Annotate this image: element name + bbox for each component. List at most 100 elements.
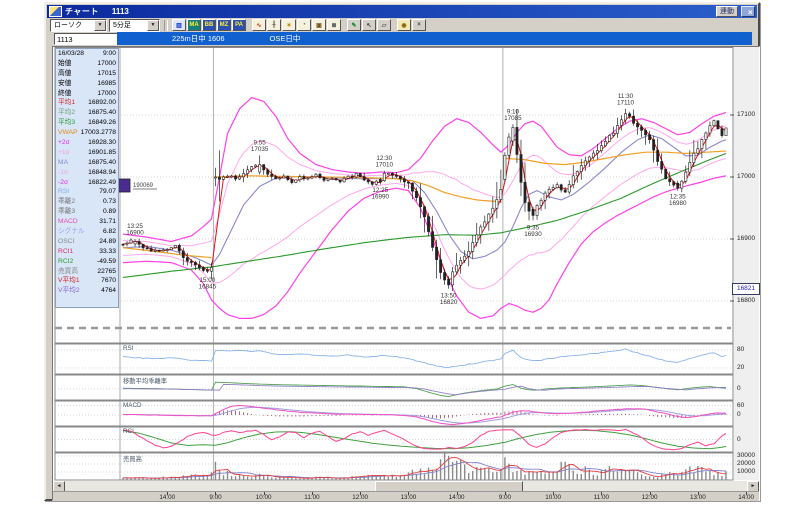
- info-row-value: 16875.40: [88, 158, 116, 166]
- info-row-value: 0.89: [102, 208, 116, 216]
- time-axis-label: 10:00: [545, 494, 562, 501]
- info-row-value: 16892.00: [88, 99, 116, 107]
- info-row: 高値 17015: [56, 69, 118, 79]
- info-row: MACD 31.71: [56, 217, 118, 227]
- info-row-value: 16928.30: [88, 139, 116, 147]
- time-axis-label: 11:00: [593, 494, 610, 501]
- eraser-icon[interactable]: ▱: [377, 19, 391, 31]
- info-row-value: 7670: [101, 277, 116, 285]
- position-marker-label: 190069: [133, 183, 154, 189]
- indicator-axis-label: 0: [737, 435, 741, 443]
- clock-icon[interactable]: ◔: [297, 19, 311, 31]
- bb-indicator-icon[interactable]: BB: [202, 19, 216, 31]
- chevron-down-icon: ▼: [94, 19, 106, 31]
- info-row-value: 16849.26: [88, 119, 116, 127]
- price-annotation: 9:10 17085: [504, 108, 522, 122]
- chart-type-select[interactable]: ローソク ▼: [50, 18, 107, 32]
- time-axis-label: 13:00: [400, 494, 417, 501]
- info-row-label: 乖離2: [58, 198, 76, 206]
- link-button[interactable]: 連動: [716, 6, 738, 17]
- time-axis-label: 14:00: [738, 494, 754, 501]
- close-icon: ×: [748, 8, 753, 17]
- price-annotation: 13:25 16900: [126, 223, 144, 237]
- toolbar-separator: [164, 19, 168, 31]
- star-chart-icon[interactable]: ✶: [282, 19, 296, 31]
- time-axis-label: 9:00: [209, 494, 222, 501]
- info-row-label: 売買高: [58, 267, 79, 275]
- k-chart-icon[interactable]: ╫: [267, 19, 281, 31]
- price-annotation: 9:55 17035: [251, 139, 269, 153]
- info-row-value: 17000: [97, 59, 116, 67]
- info-row: 終値 17000: [56, 89, 118, 99]
- mz-indicator-icon[interactable]: MZ: [217, 19, 231, 31]
- pencil-icon[interactable]: ✎: [347, 19, 361, 31]
- info-row-value: 16901.85: [88, 148, 116, 156]
- zoom-icon[interactable]: ◉: [397, 19, 411, 31]
- indicator-panel-label: 売買高: [123, 456, 142, 463]
- info-row-value: 79.07: [99, 188, 116, 196]
- time-axis: 14:00 9:00 10:00 11:00 12:00 13:00 14:00 9:00 10…: [53, 491, 759, 501]
- indicator-axis-label: 10000: [737, 468, 756, 475]
- close-button[interactable]: ×: [741, 6, 755, 17]
- position-marker: 190069: [117, 178, 157, 193]
- chart-client-area: 13:25 16900 15:00 16845 9:55 17035 12:25 16990 1…: [52, 46, 760, 501]
- info-row: MA 16875.40: [56, 158, 118, 168]
- price-annotation: 12:30 17010: [376, 155, 394, 169]
- info-row-label: +1σ: [58, 148, 70, 156]
- line-chart-icon[interactable]: ∿: [252, 19, 266, 31]
- titlebar[interactable]: チャート 1113 連動 ×: [47, 5, 757, 18]
- info-row-label: 平均2: [58, 109, 76, 117]
- time-axis-label: 14:00: [159, 494, 176, 501]
- chart-style-icon[interactable]: ▥: [172, 19, 186, 31]
- info-row-value: 22765: [97, 267, 116, 275]
- info-row-label: 高値: [58, 69, 72, 77]
- timeframe-select[interactable]: 5分足 ▼: [109, 18, 160, 32]
- indicator-axis-label: 0: [737, 411, 741, 418]
- info-row: 売買高 22765: [56, 267, 118, 277]
- info-row-value: 17003.2778: [80, 129, 116, 137]
- price-axis-label: 17000: [737, 173, 756, 180]
- chart-window: チャート 1113 連動 × ローソク ▼ 5分足 ▼ ▥ MA BB MZ PA ∿ ╫ ✶…: [44, 2, 760, 501]
- indicator-axis-label: 60: [737, 401, 745, 409]
- time-axis-label: 14:00: [448, 494, 465, 501]
- time-axis-label: 13:00: [689, 494, 706, 501]
- info-row-value: 24.89: [99, 237, 116, 245]
- info-row: 乖離3 0.89: [56, 207, 118, 217]
- time-axis-label: 9:00: [498, 494, 512, 501]
- timeframe-value: 5分足: [113, 22, 131, 29]
- cancel-icon[interactable]: ×: [412, 19, 426, 31]
- info-row: RSI 79.07: [56, 187, 118, 197]
- time-axis-label: 12:00: [352, 494, 369, 501]
- info-row: 16/03/28 9:00: [56, 49, 118, 59]
- info-row: +1σ 16901.85: [56, 148, 118, 158]
- price-annotation: 15:00 16845: [199, 277, 217, 291]
- horizontal-scrollbar[interactable]: ◄ ►: [53, 481, 759, 493]
- ma-indicator-icon[interactable]: MA: [187, 19, 201, 31]
- time-axis-label: 10:00: [255, 494, 272, 501]
- price-annotation: 11:30 17110: [617, 93, 635, 107]
- info-row-label: RCI2: [58, 257, 74, 265]
- toolbar: ローソク ▼ 5分足 ▼ ▥ MA BB MZ PA ∿ ╫ ✶ ◔ ▣ ≣ ✎ ↖ ▱ ◉ ×: [47, 18, 757, 32]
- window-title-number: 1113: [111, 7, 129, 16]
- info-row-label: 始値: [58, 59, 72, 67]
- info-row: V平均1 7670: [56, 276, 118, 286]
- info-row-value: -49.59: [97, 257, 116, 265]
- info-row: OSCI 24.89: [56, 237, 118, 247]
- info-row-value: 0.73: [102, 198, 116, 206]
- board-list-icon[interactable]: ≣: [327, 19, 341, 31]
- info-row: -2σ 16822.49: [56, 178, 118, 188]
- info-row: -1σ 16848.94: [56, 168, 118, 178]
- symbol-code-input[interactable]: [54, 33, 120, 45]
- pointer-icon[interactable]: ↖: [362, 19, 376, 31]
- price-annotation: 9:35 16930: [524, 224, 542, 238]
- snapshot-icon[interactable]: ▣: [312, 19, 326, 31]
- quote-info-panel: 16/03/28 9:00 始値 17000 高値 17015 安値 16985 終値 17000…: [55, 48, 119, 308]
- info-row-value: 4764: [101, 287, 116, 295]
- pa-indicator-icon[interactable]: PA: [232, 19, 246, 31]
- info-row-value: 17000: [97, 89, 116, 97]
- info-row-label: 安値: [58, 79, 72, 87]
- info-row-value: 33.33: [99, 247, 116, 255]
- symbol-bar: 225m日中 1606 OSE日中: [47, 32, 757, 46]
- info-row-value: 16875.40: [88, 109, 116, 117]
- time-axis-label: 11:00: [304, 494, 320, 501]
